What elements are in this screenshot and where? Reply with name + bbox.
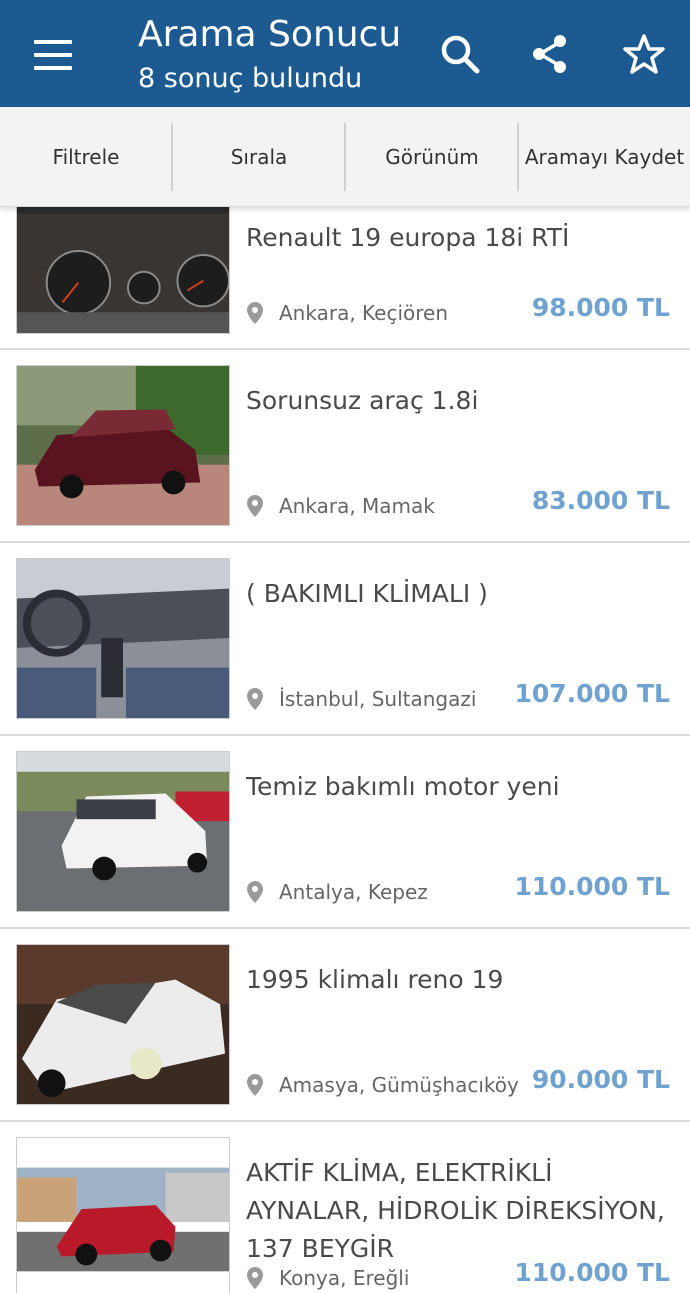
listing-location: Ankara, Mamak — [246, 491, 435, 521]
location-text: Ankara, Keçiören — [279, 301, 449, 325]
listing-title: Temiz bakımlı motor yeni — [246, 772, 560, 801]
search-icon[interactable] — [436, 30, 484, 78]
star-icon[interactable] — [620, 30, 668, 78]
listing-location: Ankara, Keçiören — [246, 298, 448, 328]
listing-title: AKTİF KLİMA, ELEKTRİKLİ AYNALAR, HİDROLİ… — [246, 1158, 665, 1263]
listing-list: Renault 19 europa 18i RTİ Ankara, Keçiör… — [0, 207, 690, 1293]
app-bar: Arama Sonucu 8 sonuç bulundu — [0, 0, 690, 107]
location-pin-icon — [247, 1267, 263, 1289]
listing-price: 83.000 TL — [531, 486, 670, 515]
listing-item[interactable]: ( BAKIMLI KLİMALI ) İstanbul, Sultangazi… — [0, 543, 690, 736]
location-pin-icon — [247, 495, 263, 517]
tab-filter[interactable]: Filtrele — [0, 107, 172, 207]
tab-sort[interactable]: Sırala — [173, 107, 345, 207]
listing-title: Sorunsuz araç 1.8i — [246, 386, 479, 415]
listing-title: ( BAKIMLI KLİMALI ) — [246, 579, 488, 608]
location-text: Amasya, Gümüşhacıköy — [279, 1073, 519, 1097]
location-text: Ankara, Mamak — [279, 494, 435, 518]
menu-icon[interactable] — [34, 38, 74, 72]
location-pin-icon — [247, 688, 263, 710]
listing-location: Antalya, Kepez — [246, 877, 428, 907]
listing-thumbnail — [16, 944, 230, 1105]
location-pin-icon — [247, 1074, 263, 1096]
listing-thumbnail — [16, 1137, 230, 1293]
listing-item[interactable]: AKTİF KLİMA, ELEKTRİKLİ AYNALAR, HİDROLİ… — [0, 1122, 690, 1293]
share-icon[interactable] — [526, 30, 574, 78]
listing-location: Konya, Ereğli — [246, 1263, 409, 1293]
listing-location: Amasya, Gümüşhacıköy — [246, 1070, 519, 1100]
listing-price: 107.000 TL — [514, 679, 670, 708]
listing-item[interactable]: 1995 klimalı reno 19 Amasya, Gümüşhacıkö… — [0, 929, 690, 1122]
listing-thumbnail — [16, 365, 230, 526]
result-count: 8 sonuç bulundu — [138, 63, 363, 94]
action-toolbar: Filtrele Sırala Görünüm Aramayı Kaydet — [0, 107, 690, 207]
location-pin-icon — [247, 302, 263, 324]
listing-thumbnail — [16, 558, 230, 719]
listing-price: 110.000 TL — [514, 1258, 670, 1287]
listing-title: Renault 19 europa 18i RTİ — [246, 223, 570, 252]
listing-item[interactable]: Renault 19 europa 18i RTİ Ankara, Keçiör… — [0, 207, 690, 350]
location-text: Konya, Ereğli — [279, 1266, 410, 1290]
page-title: Arama Sonucu — [138, 14, 402, 55]
listing-title: 1995 klimalı reno 19 — [246, 965, 504, 994]
listing-price: 98.000 TL — [531, 293, 670, 322]
tab-save-search[interactable]: Aramayı Kaydet — [519, 107, 690, 207]
listing-price: 110.000 TL — [514, 872, 670, 901]
listing-thumbnail — [16, 751, 230, 912]
location-pin-icon — [247, 881, 263, 903]
listing-price: 90.000 TL — [531, 1065, 670, 1094]
listing-location: İstanbul, Sultangazi — [246, 684, 476, 714]
listing-item[interactable]: Sorunsuz araç 1.8i Ankara, Mamak 83.000 … — [0, 350, 690, 543]
location-text: Antalya, Kepez — [279, 880, 428, 904]
tab-view[interactable]: Görünüm — [346, 107, 518, 207]
listing-item[interactable]: Temiz bakımlı motor yeni Antalya, Kepez … — [0, 736, 690, 929]
listing-thumbnail — [16, 207, 230, 334]
location-text: İstanbul, Sultangazi — [279, 687, 477, 711]
